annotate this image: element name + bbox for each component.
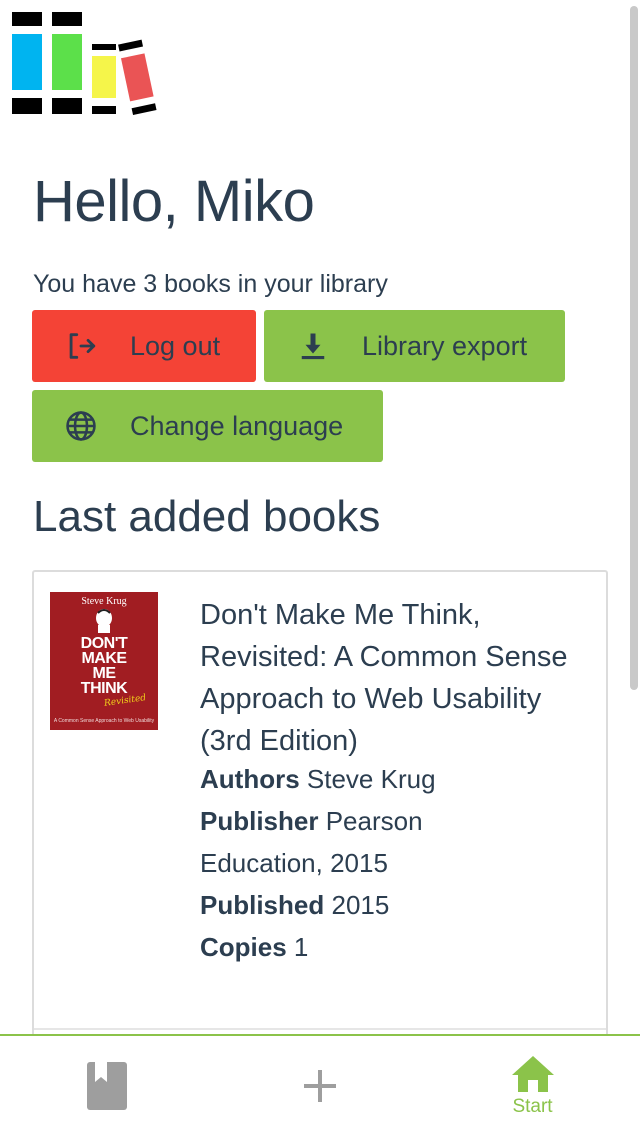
last-added-books-heading: Last added books xyxy=(33,492,381,541)
logout-button[interactable]: Log out xyxy=(32,310,256,382)
nav-add-tab[interactable] xyxy=(213,1036,426,1136)
library-export-button[interactable]: Library export xyxy=(264,310,565,382)
card-divider xyxy=(34,1028,606,1030)
book-title[interactable]: Don't Make Me Think, Revisited: A Common… xyxy=(200,594,580,762)
book-published: Published 2015 xyxy=(200,884,500,926)
book-icon xyxy=(86,1062,127,1110)
logout-label: Log out xyxy=(130,330,221,361)
cover-title: DON'T MAKE ME THINK xyxy=(80,635,128,697)
authors-label: Authors xyxy=(200,764,300,794)
scrollbar[interactable] xyxy=(630,6,638,690)
cover-subtitle: A Common Sense Approach to Web Usability xyxy=(53,718,155,724)
book-cover-image[interactable]: Steve Krug DON'T MAKE ME THINK Revisited… xyxy=(50,592,158,730)
change-language-button[interactable]: Change language xyxy=(32,390,383,462)
bottom-navigation: Start xyxy=(0,1034,640,1136)
nav-start-tab[interactable]: Start xyxy=(426,1036,639,1136)
app-logo xyxy=(12,12,157,116)
cover-author: Steve Krug xyxy=(81,596,127,607)
app-page: Hello, Miko You have 3 books in your lib… xyxy=(0,0,640,1136)
book-card[interactable]: Steve Krug DON'T MAKE ME THINK Revisited… xyxy=(32,570,608,1050)
published-value: 2015 xyxy=(331,890,390,920)
book-authors: Authors Steve Krug xyxy=(200,758,500,800)
home-icon xyxy=(511,1056,554,1092)
plus-icon xyxy=(303,1070,336,1102)
copies-label: Copies xyxy=(200,932,287,962)
nav-start-label: Start xyxy=(512,1096,553,1117)
published-label: Published xyxy=(200,890,325,920)
download-icon xyxy=(286,330,340,362)
greeting-heading: Hello, Miko xyxy=(33,169,315,234)
nav-books-tab[interactable] xyxy=(0,1036,213,1136)
logout-icon xyxy=(54,329,108,363)
book-publisher: Publisher Pearson Education, 2015 xyxy=(200,800,500,884)
change-language-label: Change language xyxy=(130,410,344,441)
library-export-label: Library export xyxy=(362,330,528,361)
authors-value: Steve Krug xyxy=(306,764,436,794)
publisher-label: Publisher xyxy=(200,806,319,836)
cover-head-illustration xyxy=(96,609,112,633)
globe-icon xyxy=(54,409,108,443)
book-copies: Copies 1 xyxy=(200,926,500,968)
library-count-text: You have 3 books in your library xyxy=(33,270,388,298)
copies-value: 1 xyxy=(293,932,309,962)
